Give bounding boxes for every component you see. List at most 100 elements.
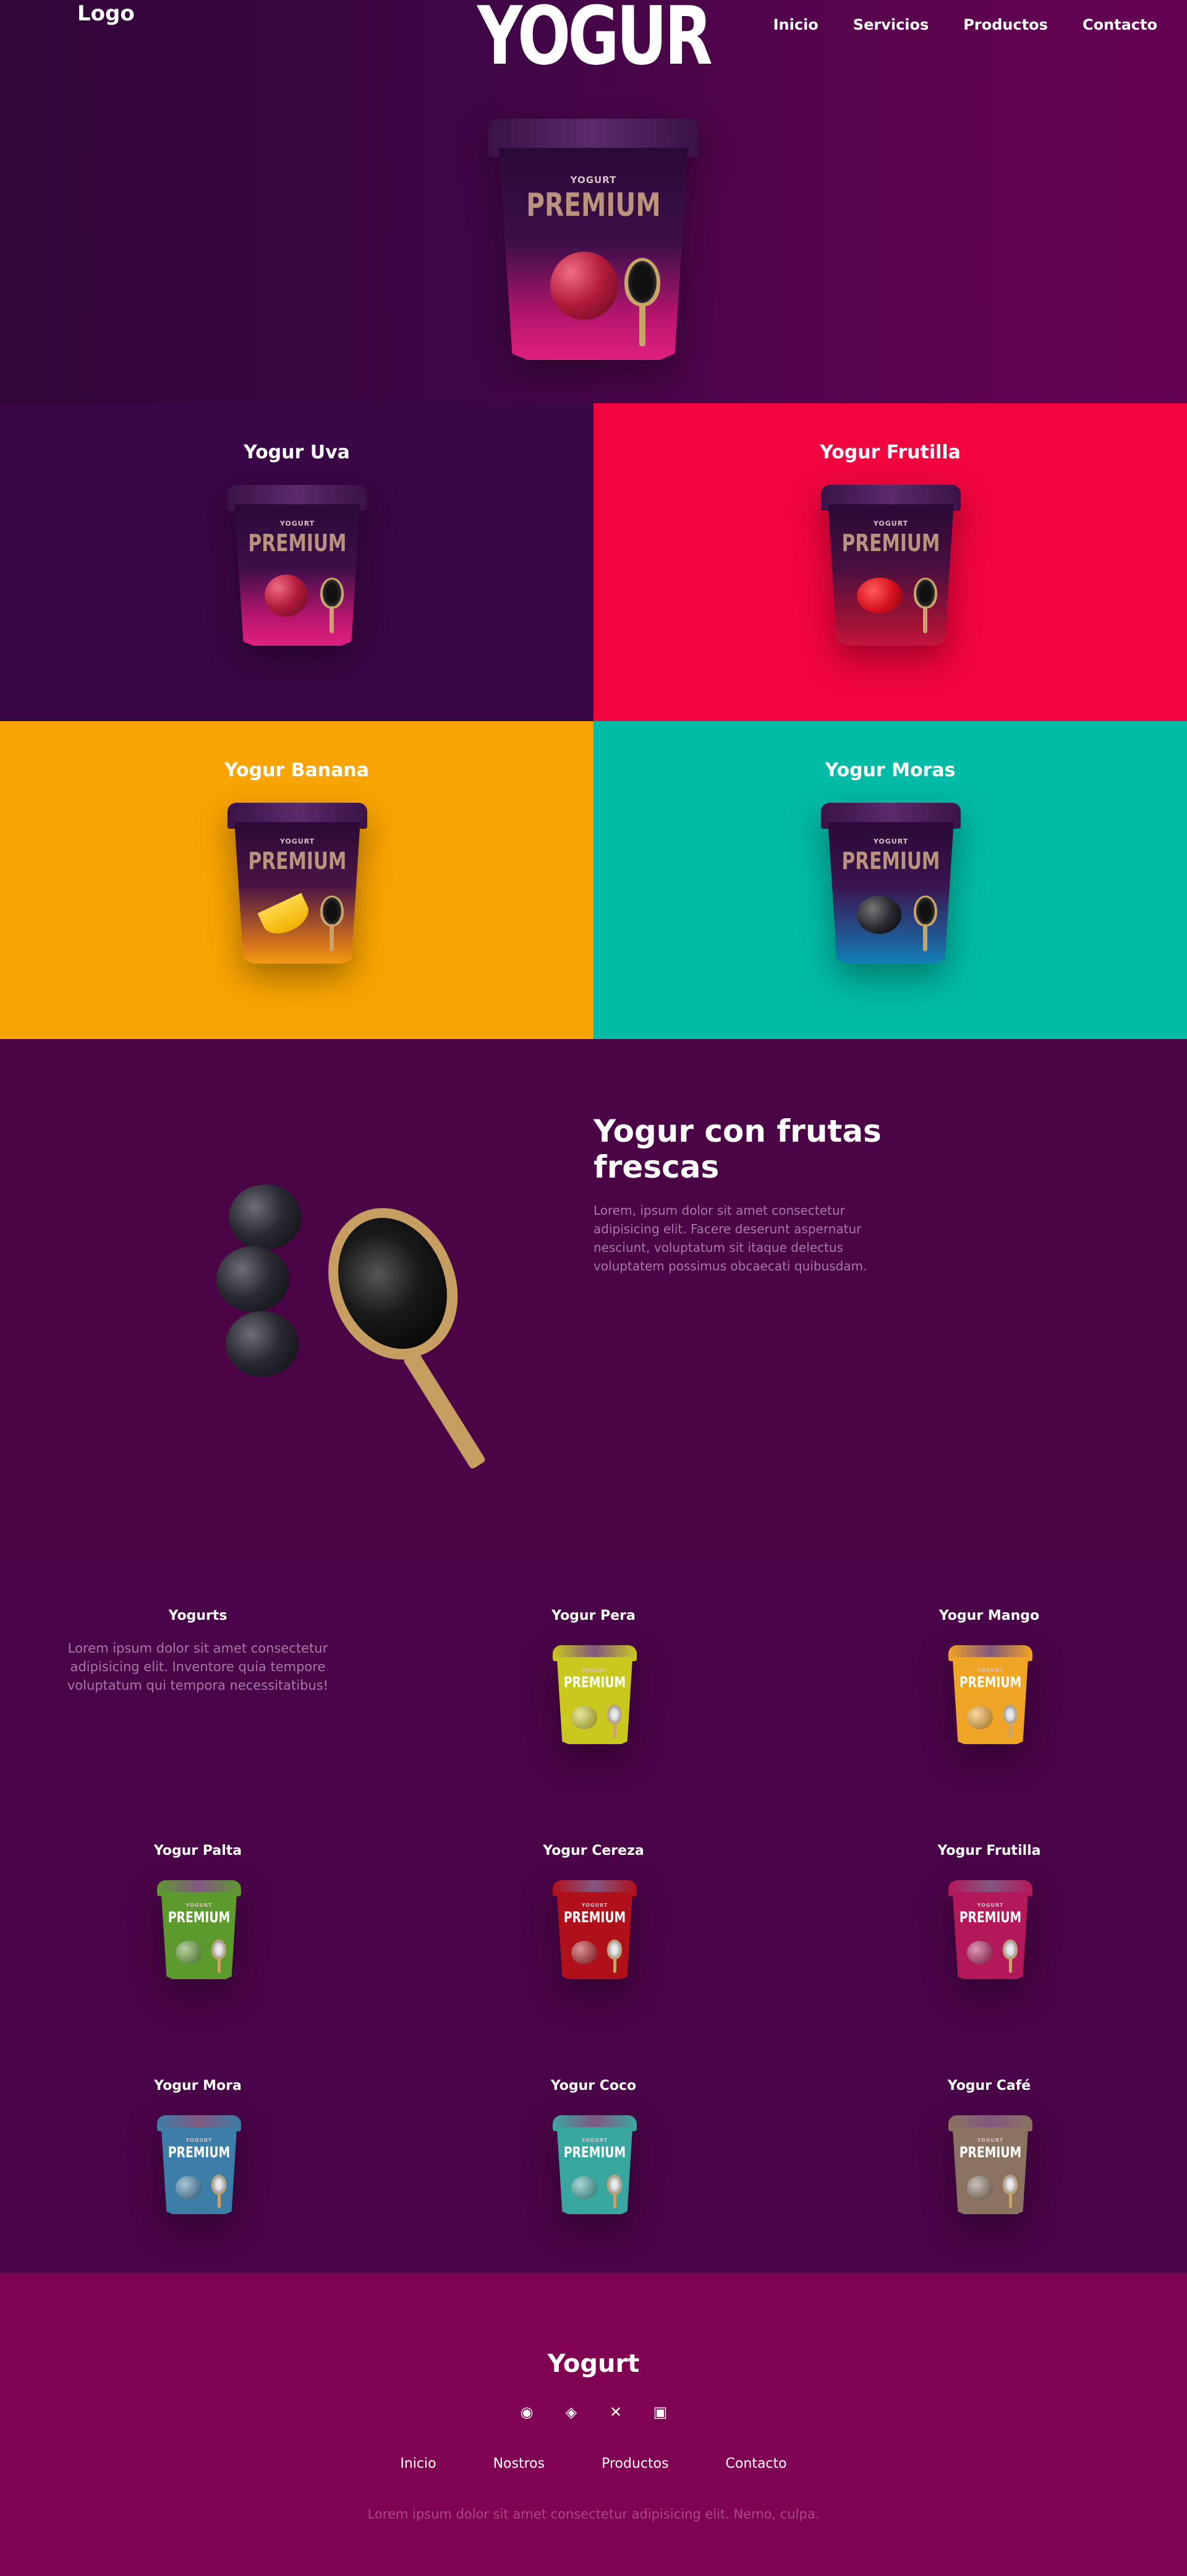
catalog-item-title: Yogur Mango — [938, 1608, 1040, 1624]
catalog-cup-image: YOGURT PREMIUM — [948, 1880, 1032, 1979]
footer-brand: Yogurt — [547, 2350, 640, 2378]
feature-text: Lorem, ipsum dolor sit amet consectetur … — [594, 1203, 867, 1273]
cup-label-big: PREMIUM — [168, 1909, 231, 1926]
cup-label-small: YOGURT — [977, 2137, 1004, 2143]
fruit-icon — [571, 1706, 597, 1729]
blackberry-icon — [229, 1184, 302, 1250]
catalog-item[interactable]: Yogur Cereza YOGURT PREMIUM — [396, 1794, 791, 2029]
cup-label-big: PREMIUM — [841, 529, 940, 557]
catalog-cup-image: YOGURT PREMIUM — [157, 1880, 241, 1979]
catalog-item[interactable]: Yogur Pera YOGURT PREMIUM — [396, 1559, 791, 1794]
cup-label-small: YOGURT — [581, 2137, 608, 2143]
product-title: Yogur Uva — [244, 442, 350, 463]
cup-label-big: PREMIUM — [248, 847, 347, 875]
cup-label-small: YOGURT — [977, 1902, 1004, 1908]
blackberry-icon — [216, 1246, 289, 1312]
x-icon[interactable]: ✕ — [606, 2403, 625, 2421]
cup-label-big: PREMIUM — [959, 2144, 1022, 2161]
footer-nav-nostros[interactable]: Nostros — [493, 2456, 545, 2471]
catalog-intro: Yogurts Lorem ipsum dolor sit amet conse… — [0, 1559, 396, 1794]
cup-label-small: YOGURT — [581, 1667, 608, 1673]
footer-nav: Inicio Nostros Productos Contacto — [0, 2456, 1187, 2471]
blackberry-icon — [857, 896, 901, 934]
product-card-moras[interactable]: Yogur Moras YOGURT PREMIUM — [594, 721, 1187, 1039]
cup-label-big: PREMIUM — [248, 529, 347, 557]
nav-productos[interactable]: Productos — [963, 16, 1048, 33]
feature-section: Yogur con frutas frescas Lorem, ipsum do… — [0, 1039, 1187, 1559]
brand-title: YOGUR — [477, 0, 713, 83]
main-nav: Inicio Servicios Productos Contacto — [739, 16, 1157, 33]
catalog-item[interactable]: Yogur Café YOGURT PREMIUM — [791, 2029, 1187, 2264]
grape-icon — [550, 252, 618, 320]
footer-nav-productos[interactable]: Productos — [602, 2456, 668, 2471]
strawberry-icon — [857, 578, 903, 614]
nav-contacto[interactable]: Contacto — [1083, 16, 1157, 33]
catalog-cup-image: YOGURT PREMIUM — [948, 1645, 1032, 1744]
hero-cup-image: YOGURT PREMIUM — [488, 119, 699, 360]
catalog-item-title: Yogur Frutilla — [937, 1843, 1041, 1859]
fruit-icon — [967, 2176, 993, 2199]
catalog-item[interactable]: Yogur Frutilla YOGURT PREMIUM — [791, 1794, 1187, 2029]
catalog-item-title: Yogur Coco — [550, 2078, 637, 2094]
cup-label-small: YOGURT — [570, 174, 617, 186]
linkedin-icon[interactable]: ▣ — [651, 2403, 670, 2421]
spoon-handle — [402, 1350, 487, 1470]
product-card-banana[interactable]: Yogur Banana YOGURT PREMIUM — [0, 721, 594, 1039]
cup-label-small: YOGURT — [977, 1667, 1004, 1673]
footer-nav-contacto[interactable]: Contacto — [726, 2456, 787, 2471]
cup-label-small: YOGURT — [581, 1902, 608, 1908]
logo[interactable]: Logo — [77, 1, 135, 26]
cup-label-big: PREMIUM — [959, 1909, 1022, 1926]
catalog-item[interactable]: Yogur Mango YOGURT PREMIUM — [791, 1559, 1187, 1794]
fruit-icon — [571, 2176, 597, 2199]
catalog-item[interactable]: Yogur Mora YOGURT PREMIUM — [0, 2029, 396, 2264]
product-title: Yogur Banana — [224, 760, 369, 781]
catalog-item-title: Yogur Café — [947, 2078, 1031, 2094]
spoon-icon — [306, 1188, 479, 1379]
fruit-icon — [176, 2176, 202, 2199]
cup-label-small: YOGURT — [873, 520, 909, 528]
product-card-frutilla[interactable]: Yogur Frutilla YOGURT PREMIUM — [594, 403, 1187, 721]
catalog-section: Yogurts Lorem ipsum dolor sit amet conse… — [0, 1559, 1187, 2273]
cup-label-small: YOGURT — [185, 2137, 213, 2143]
footer-text: Lorem ipsum dolor sit amet consectetur a… — [367, 2507, 820, 2522]
fruit-icon — [967, 1706, 993, 1729]
cup-label-big: PREMIUM — [563, 2144, 626, 2161]
catalog-cup-image: YOGURT PREMIUM — [553, 1645, 637, 1744]
product-title: Yogur Frutilla — [820, 442, 961, 463]
product-cup-image: YOGURT PREMIUM — [228, 485, 367, 646]
product-cup-image: YOGURT PREMIUM — [821, 803, 961, 964]
cup-label-small: YOGURT — [873, 837, 909, 845]
cup-label-big: PREMIUM — [563, 1909, 626, 1926]
cup-label-big: PREMIUM — [841, 847, 940, 875]
catalog-item-title: Yogur Cereza — [543, 1843, 644, 1859]
hero-section: Logo YOGUR Inicio Servicios Productos Co… — [0, 0, 1187, 403]
catalog-cup-image: YOGURT PREMIUM — [157, 2115, 241, 2214]
fruit-icon — [967, 1941, 993, 1964]
footer: Yogurt ◉ ◈ ✕ ▣ Inicio Nostros Productos … — [0, 2273, 1187, 2576]
grape-icon — [265, 575, 308, 617]
blackberry-icon — [226, 1311, 299, 1377]
footer-nav-inicio[interactable]: Inicio — [400, 2456, 436, 2471]
cup-label-small: YOGURT — [279, 520, 315, 528]
product-title: Yogur Moras — [825, 760, 956, 781]
catalog-cup-image: YOGURT PREMIUM — [553, 2115, 637, 2214]
catalog-item[interactable]: Yogur Coco YOGURT PREMIUM — [396, 2029, 791, 2264]
catalog-item[interactable]: Yogur Palta YOGURT PREMIUM — [0, 1794, 396, 2029]
catalog-item-title: Yogur Pera — [551, 1608, 636, 1624]
catalog-title: Yogurts — [168, 1608, 228, 1624]
fruit-icon — [571, 1941, 597, 1964]
instagram-icon[interactable]: ◈ — [562, 2403, 581, 2421]
nav-inicio[interactable]: Inicio — [773, 16, 819, 33]
cup-label-big: PREMIUM — [563, 1674, 626, 1691]
social-links: ◉ ◈ ✕ ▣ — [0, 2403, 1187, 2421]
product-card-uva[interactable]: Yogur Uva YOGURT PREMIUM — [0, 403, 594, 721]
product-cup-image: YOGURT PREMIUM — [821, 485, 961, 646]
catalog-text: Lorem ipsum dolor sit amet consectetur a… — [67, 1641, 329, 1693]
cup-label-big: PREMIUM — [959, 1674, 1022, 1691]
fruit-icon — [176, 1941, 202, 1964]
catalog-item-title: Yogur Mora — [154, 2078, 242, 2094]
facebook-icon[interactable]: ◉ — [517, 2403, 536, 2421]
product-cup-image: YOGURT PREMIUM — [228, 803, 367, 964]
nav-servicios[interactable]: Servicios — [853, 16, 929, 33]
